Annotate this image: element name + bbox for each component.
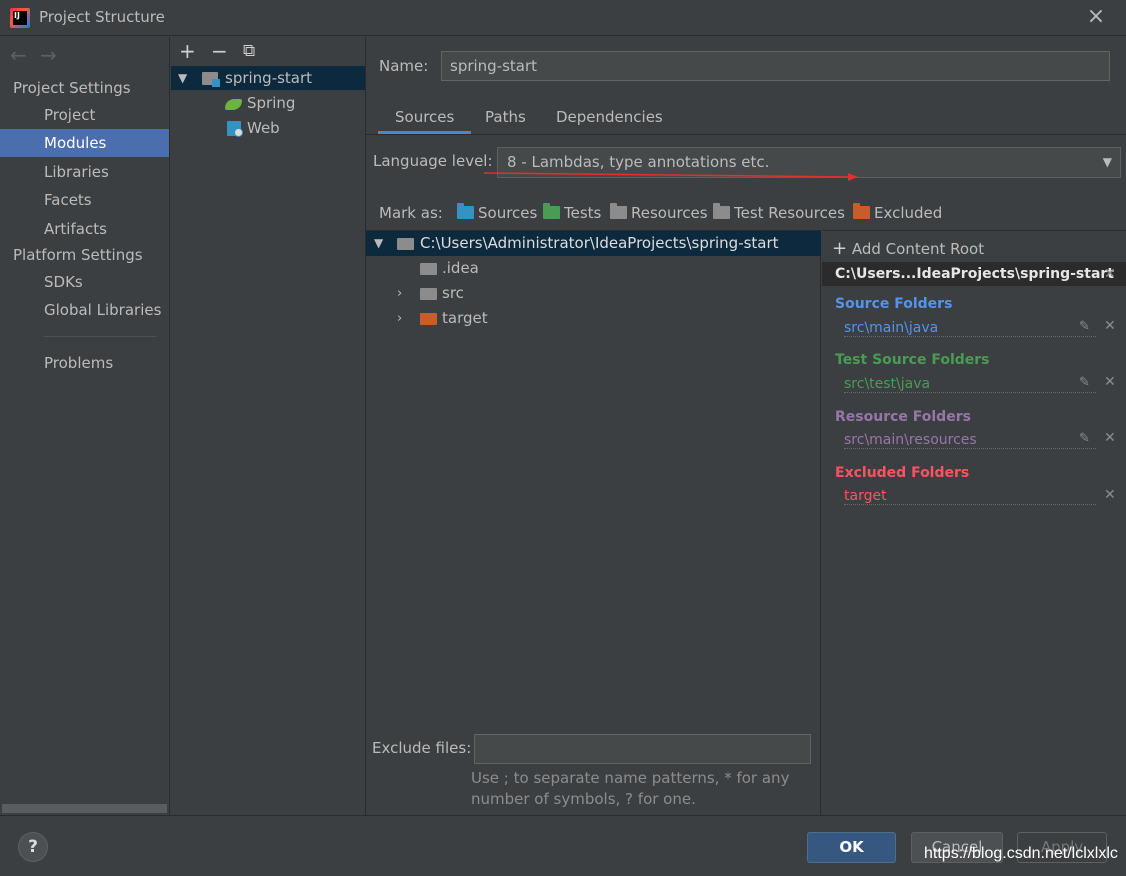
folder-name: target [442,309,488,327]
remove-icon[interactable]: ✕ [1104,374,1116,390]
resources-folder-icon [610,203,627,219]
add-icon[interactable]: + [179,39,196,63]
tree-row-src[interactable]: › src [366,281,821,306]
tree-row-content-root[interactable]: ▼ C:\Users\Administrator\IdeaProjects\sp… [366,231,821,256]
sidebar-item-modules[interactable]: Modules [0,129,169,157]
mark-as-label: Mark as: [379,204,443,222]
folder-icon [420,263,437,275]
name-label: Name: [379,57,429,75]
sidebar-item-sdks[interactable]: SDKs [0,268,169,296]
sidebar-divider [44,336,156,337]
module-tree-item-web[interactable]: Web [171,116,365,140]
spring-leaf-icon [225,99,242,110]
add-icon: + [832,238,848,259]
content-root-header: C:\Users...IdeaProjects\spring-start ✕ [822,262,1126,286]
remove-icon[interactable]: ✕ [1104,318,1116,334]
copy-icon[interactable]: ⧉ [243,41,255,61]
remove-icon[interactable]: − [211,39,228,63]
tab-sources[interactable]: Sources [378,104,472,134]
module-name-input[interactable]: spring-start [441,51,1110,81]
chevron-down-icon[interactable]: ▼ [178,66,187,90]
module-tree-panel: + − ⧉ ▼ spring-start Spring Web [171,37,366,815]
settings-sidebar: ← → Project Settings Project Modules Lib… [0,37,170,815]
sidebar-item-problems[interactable]: Problems [0,349,169,377]
tree-row-idea[interactable]: .idea [366,256,821,281]
remove-icon[interactable]: ✕ [1104,487,1116,503]
remove-icon[interactable]: ✕ [1104,430,1116,446]
sidebar-item-artifacts[interactable]: Artifacts [0,215,169,243]
excluded-folders-title: Excluded Folders [835,465,970,481]
module-badge-icon [212,79,220,87]
annotation-arrow [484,172,858,181]
sidebar-scrollbar[interactable] [2,804,167,813]
back-arrow-icon[interactable]: ← [10,43,27,67]
language-level-value: 8 - Lambdas, type annotations etc. [507,153,770,171]
chevron-right-icon[interactable]: › [397,281,402,306]
add-content-root-button[interactable]: + Add Content Root [832,238,984,259]
module-tree-item-spring-start[interactable]: ▼ spring-start [171,66,365,90]
close-icon[interactable]: × [1084,6,1108,30]
project-settings-header: Project Settings [13,79,131,97]
excluded-folder-icon [853,203,870,219]
ok-button[interactable]: OK [807,832,896,863]
test-resources-folder-icon [713,203,730,219]
tests-folder-icon [543,203,560,219]
excluded-folder-path: target [844,488,1096,505]
title-bar: IJ Project Structure × [0,0,1126,36]
excluded-folder-icon [420,313,437,325]
facet-label: Web [247,119,280,137]
tab-dependencies[interactable]: Dependencies [539,104,680,134]
remove-root-icon[interactable]: ✕ [1104,262,1116,286]
content-root-path: C:\Users\Administrator\IdeaProjects\spri… [420,234,779,252]
module-tree-item-spring[interactable]: Spring [171,91,365,115]
chevron-down-icon[interactable]: ▼ [374,231,383,256]
mark-as-excluded-button[interactable]: Excluded [853,203,942,222]
sidebar-item-libraries[interactable]: Libraries [0,158,169,186]
sidebar-item-facets[interactable]: Facets [0,186,169,214]
dialog-footer: ? OK Cancel Apply https://blog.csdn.net/… [0,815,1126,876]
language-level-label: Language level: [373,152,493,170]
source-folders-title: Source Folders [835,296,953,312]
resource-folder-path: src\main\resources [844,432,1096,449]
tab-paths[interactable]: Paths [468,104,543,134]
edit-icon[interactable]: ✎ [1079,431,1090,446]
dropdown-caret-icon[interactable]: ▼ [1103,148,1112,177]
content-tree: ▼ C:\Users\Administrator\IdeaProjects\sp… [366,230,821,815]
sources-folder-icon [457,203,474,219]
test-source-folder-path: src\test\java [844,376,1096,393]
folder-icon [420,288,437,300]
exclude-files-input[interactable] [474,734,811,764]
intellij-logo-icon: IJ [10,8,30,28]
sidebar-item-project[interactable]: Project [0,101,169,129]
sidebar-item-global-libraries[interactable]: Global Libraries [0,296,169,324]
help-button[interactable]: ? [18,832,48,862]
folder-name: .idea [442,259,479,277]
watermark: https://blog.csdn.net/lclxlxlc [924,845,1118,862]
platform-settings-header: Platform Settings [13,246,143,264]
content-root-panel: + Add Content Root C:\Users...IdeaProjec… [822,230,1126,815]
window-title: Project Structure [39,8,165,26]
source-folder-path: src\main\java [844,320,1096,337]
edit-icon[interactable]: ✎ [1079,319,1090,334]
test-source-folders-title: Test Source Folders [835,352,990,368]
globe-icon [234,128,243,137]
tree-row-target[interactable]: › target [366,306,821,331]
edit-icon[interactable]: ✎ [1079,375,1090,390]
mark-as-test-resources-button[interactable]: Test Resources [713,203,845,222]
module-name-label: spring-start [225,69,313,87]
facet-label: Spring [247,94,296,112]
resource-folders-title: Resource Folders [835,409,971,425]
forward-arrow-icon[interactable]: → [40,43,57,67]
tab-divider [366,134,1126,135]
mark-as-tests-button[interactable]: Tests [543,203,601,222]
exclude-files-hint: Use ; to separate name patterns, * for a… [471,769,790,808]
folder-name: src [442,284,464,302]
folder-icon [397,238,414,250]
mark-as-resources-button[interactable]: Resources [610,203,708,222]
exclude-files-label: Exclude files: [372,739,472,757]
mark-as-sources-button[interactable]: Sources [457,203,537,222]
chevron-right-icon[interactable]: › [397,306,402,331]
